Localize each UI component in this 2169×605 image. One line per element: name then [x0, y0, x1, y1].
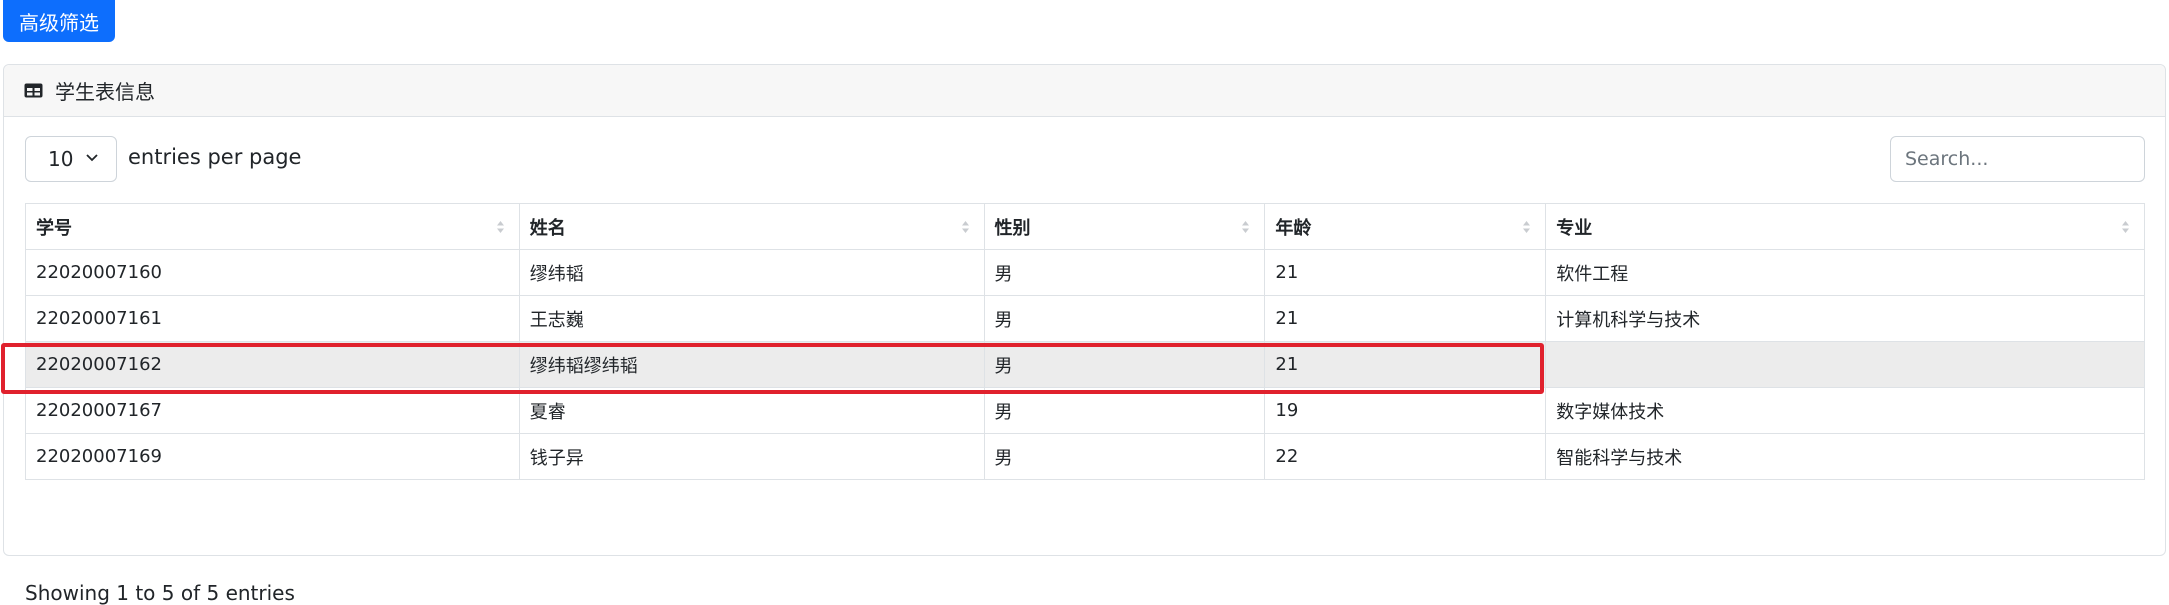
cell-major: 软件工程	[1545, 249, 2145, 296]
cell-gender: 男	[983, 249, 1266, 296]
sort-icon	[496, 221, 504, 233]
cell-id: 22020007167	[25, 387, 520, 434]
sort-icon	[961, 221, 969, 233]
chevron-down-icon	[86, 154, 98, 162]
table-row[interactable]: 22020007161 王志巍 男 21 计算机科学与技术	[25, 295, 2145, 342]
column-header-gender[interactable]: 性别	[983, 203, 1266, 250]
column-header-major[interactable]: 专业	[1545, 203, 2145, 250]
table-row[interactable]: 22020007167 夏睿 男 19 数字媒体技术	[25, 387, 2145, 434]
cell-name: 缪纬韬	[518, 249, 985, 296]
table-row-highlighted[interactable]: 22020007162 缪纬韬缪纬韬 男 21	[25, 341, 2145, 388]
search-input[interactable]	[1890, 136, 2145, 182]
cell-age: 21	[1264, 341, 1547, 388]
cell-major: 数字媒体技术	[1545, 387, 2145, 434]
cell-gender: 男	[983, 295, 1266, 342]
cell-age: 22	[1264, 433, 1547, 480]
table-header-row: 学号 姓名 性别 年龄 专业	[25, 203, 2145, 250]
cell-age: 19	[1264, 387, 1547, 434]
per-page-select[interactable]: 10	[25, 136, 117, 182]
sort-icon	[2122, 221, 2129, 233]
cell-age: 21	[1264, 249, 1547, 296]
column-header-id[interactable]: 学号	[25, 203, 520, 250]
cell-gender: 男	[983, 341, 1266, 388]
advanced-filter-button[interactable]: 高级筛选	[3, 0, 115, 42]
per-page-value: 10	[48, 147, 74, 171]
table-info-text: Showing 1 to 5 of 5 entries	[25, 581, 295, 605]
cell-id: 22020007160	[25, 249, 520, 296]
cell-id: 22020007161	[25, 295, 520, 342]
cell-id: 22020007169	[25, 433, 520, 480]
card-title: 学生表信息	[55, 80, 155, 104]
cell-age: 21	[1264, 295, 1547, 342]
cell-name: 夏睿	[518, 387, 985, 434]
cell-id: 22020007162	[25, 341, 520, 388]
sort-icon	[1242, 221, 1250, 233]
student-table-card: 学生表信息 10 entries per page 学号 姓名 性别 年龄 专业…	[3, 64, 2166, 605]
table-row[interactable]: 22020007160 缪纬韬 男 21 软件工程	[25, 249, 2145, 296]
cell-name: 缪纬韬缪纬韬	[518, 341, 985, 388]
column-header-name[interactable]: 姓名	[518, 203, 985, 250]
cell-name: 王志巍	[518, 295, 985, 342]
per-page-label: entries per page	[128, 145, 302, 169]
cell-major: 计算机科学与技术	[1545, 295, 2145, 342]
table-row[interactable]: 22020007169 钱子异 男 22 智能科学与技术	[25, 433, 2145, 480]
cell-gender: 男	[983, 433, 1266, 480]
cell-name: 钱子异	[518, 433, 985, 480]
cell-major: 智能科学与技术	[1545, 433, 2145, 480]
column-header-age[interactable]: 年龄	[1264, 203, 1547, 250]
student-table: 学号 姓名 性别 年龄 专业 22020007160 缪纬韬 男 21 软件工程…	[25, 203, 2145, 480]
card-header: 学生表信息	[4, 65, 2165, 117]
table-icon	[24, 83, 43, 98]
cell-major	[1545, 341, 2145, 388]
sort-icon	[1523, 221, 1531, 233]
cell-gender: 男	[983, 387, 1266, 434]
